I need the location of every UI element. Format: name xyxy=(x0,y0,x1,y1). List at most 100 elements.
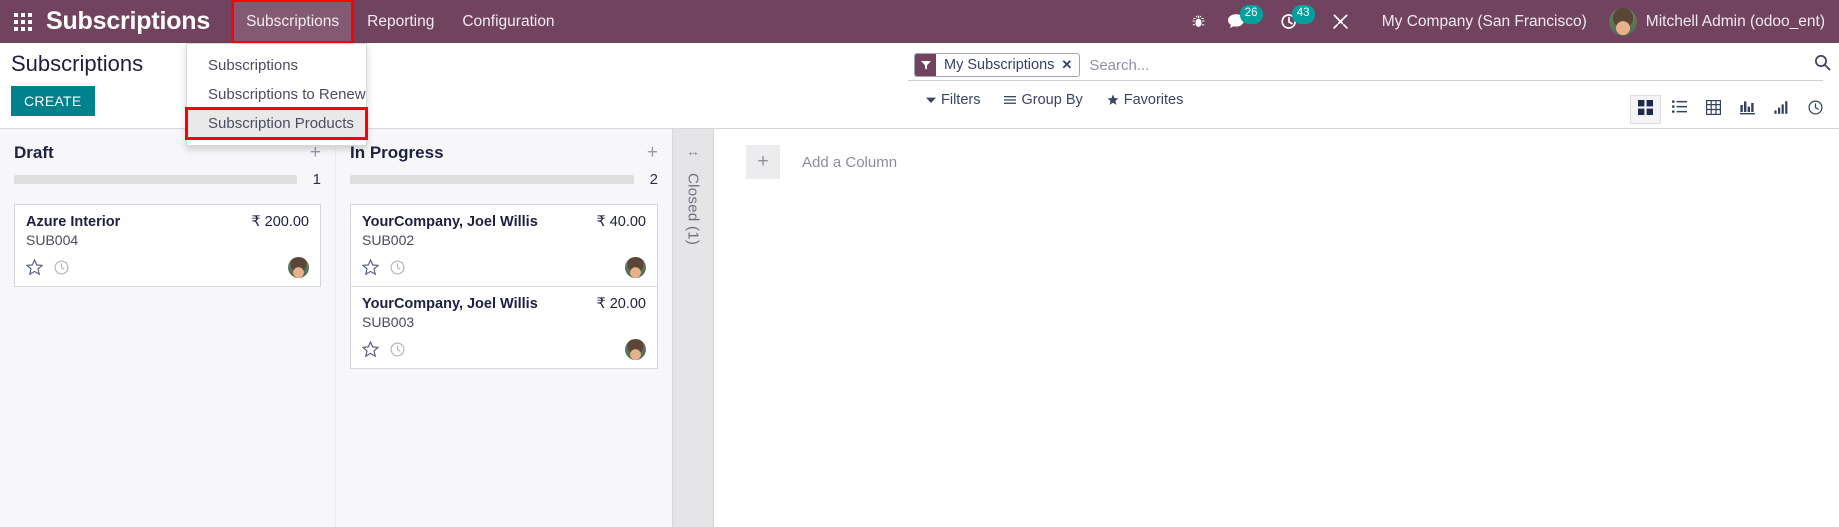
kanban-progress-row: 1 xyxy=(7,163,328,188)
kanban-card-footer xyxy=(362,339,646,360)
favorites-button[interactable]: Favorites xyxy=(1107,92,1184,108)
group-by-button[interactable]: Group By xyxy=(1004,92,1083,108)
favorites-button-label: Favorites xyxy=(1123,92,1184,108)
quick-tools-button[interactable] xyxy=(1322,0,1360,43)
activities-count-badge: 43 xyxy=(1291,5,1315,24)
user-menu-label: Mitchell Admin (odoo_ent) xyxy=(1645,12,1825,30)
arrows-horizontal-icon: ↔ xyxy=(686,143,700,159)
avatar[interactable] xyxy=(625,339,646,360)
close-x-icon[interactable]: ✕ xyxy=(1060,54,1079,76)
avatar[interactable] xyxy=(288,257,309,278)
kanban-progressbar[interactable] xyxy=(350,175,634,184)
star-outline-icon[interactable] xyxy=(362,259,379,276)
clock-icon xyxy=(1808,100,1823,120)
search-panel: My Subscriptions ✕ Filters xyxy=(908,53,1839,124)
list-view-button[interactable] xyxy=(1664,95,1695,124)
nav-menu-configuration[interactable]: Configuration xyxy=(448,0,568,43)
dropdown-item-subscriptions[interactable]: Subscriptions xyxy=(187,51,366,80)
chart-view-button[interactable] xyxy=(1766,95,1797,124)
debug-menu-button[interactable] xyxy=(1180,0,1218,43)
kanban-card-amount: ₹ 200.00 xyxy=(251,214,309,230)
bug-icon xyxy=(1191,14,1206,29)
cohort-view-button[interactable] xyxy=(1800,95,1831,124)
apps-grid-icon xyxy=(14,12,32,31)
ascending-bars-icon xyxy=(1774,100,1789,120)
dropdown-item-subscriptions-to-renew[interactable]: Subscriptions to Renew xyxy=(187,80,366,109)
filters-button[interactable]: Filters xyxy=(926,92,980,108)
avatar[interactable] xyxy=(625,257,646,278)
create-button[interactable]: CREATE xyxy=(11,86,95,116)
kanban-column-count: 1 xyxy=(312,171,321,188)
user-menu-button[interactable]: Mitchell Admin (odoo_ent) xyxy=(1603,0,1839,43)
activities-menu-button[interactable]: 43 xyxy=(1270,0,1315,43)
kanban-column-header: In Progress + xyxy=(343,129,665,163)
kanban-card-reference: SUB004 xyxy=(26,232,79,248)
kanban-column-title: In Progress xyxy=(350,143,444,162)
page-title: Subscriptions xyxy=(11,51,144,76)
add-column-label: Add a Column xyxy=(802,153,898,171)
kanban-card-header: Azure Interior ₹ 200.00 xyxy=(26,214,309,230)
company-switcher[interactable]: My Company (San Francisco) xyxy=(1360,13,1603,31)
kanban-card-partner: Azure Interior xyxy=(26,214,121,230)
kanban-card[interactable]: YourCompany, Joel Willis ₹ 20.00 SUB003 xyxy=(350,287,658,369)
search-facet-label: My Subscriptions xyxy=(944,57,1055,73)
star-icon xyxy=(1107,94,1119,106)
top-navbar: Subscriptions Subscriptions Reporting Co… xyxy=(0,0,1839,44)
kanban-card[interactable]: Azure Interior ₹ 200.00 SUB004 xyxy=(14,204,321,287)
kanban-card-partner: YourCompany, Joel Willis xyxy=(362,214,538,230)
star-outline-icon[interactable] xyxy=(362,341,379,358)
kanban-column-count: 2 xyxy=(649,171,658,188)
search-row: My Subscriptions ✕ xyxy=(908,53,1831,81)
clock-icon[interactable] xyxy=(390,342,405,357)
kanban-card[interactable]: YourCompany, Joel Willis ₹ 40.00 SUB002 xyxy=(350,204,658,287)
kanban-card-reference: SUB002 xyxy=(362,232,415,248)
app-brand-title[interactable]: Subscriptions xyxy=(46,7,232,36)
pivot-table-icon xyxy=(1706,99,1722,120)
list-icon xyxy=(1672,100,1687,119)
view-switcher xyxy=(1627,95,1831,124)
filters-button-label: Filters xyxy=(941,92,981,108)
kanban-card-reference: SUB003 xyxy=(362,314,415,330)
search-facet-my-subscriptions[interactable]: My Subscriptions ✕ xyxy=(914,53,1081,77)
kanban-view-button[interactable] xyxy=(1630,95,1661,124)
nav-menu-reporting[interactable]: Reporting xyxy=(353,0,448,43)
plus-icon: + xyxy=(746,145,780,179)
search-input[interactable] xyxy=(1080,53,1823,77)
clock-icon[interactable] xyxy=(390,260,405,275)
clock-icon[interactable] xyxy=(54,260,69,275)
group-by-button-label: Group By xyxy=(1021,92,1083,108)
filter-funnel-icon xyxy=(915,54,936,76)
bar-chart-icon xyxy=(1740,100,1755,120)
kanban-icon xyxy=(1638,99,1653,120)
plus-icon[interactable]: + xyxy=(647,143,658,162)
kanban-card-icons xyxy=(26,259,69,276)
add-column-area: + Add a Column xyxy=(714,129,1839,527)
messages-count-badge: 26 xyxy=(1239,5,1263,24)
dropdown-item-subscription-products[interactable]: Subscription Products xyxy=(185,107,368,140)
kanban-column-in-progress: In Progress + 2 YourCompany, Joel Willis… xyxy=(336,129,672,527)
apps-menu-button[interactable] xyxy=(0,0,46,43)
kanban-board: Draft + 1 Azure Interior ₹ 200.00 SUB004 xyxy=(0,129,1839,527)
kanban-card-partner: YourCompany, Joel Willis xyxy=(362,296,538,312)
messages-menu-button[interactable]: 26 xyxy=(1218,0,1263,43)
kanban-card-list: YourCompany, Joel Willis ₹ 40.00 SUB002 xyxy=(343,188,665,369)
add-column-button[interactable]: + Add a Column xyxy=(746,145,1839,179)
search-icon[interactable] xyxy=(1814,54,1831,76)
kanban-progressbar[interactable] xyxy=(14,175,297,184)
kanban-card-icons xyxy=(362,341,405,358)
nav-menu-subscriptions[interactable]: Subscriptions xyxy=(231,0,355,44)
pivot-view-button[interactable] xyxy=(1698,95,1729,124)
graph-view-button[interactable] xyxy=(1732,95,1763,124)
kanban-card-header: YourCompany, Joel Willis ₹ 40.00 xyxy=(362,214,646,230)
avatar xyxy=(1608,7,1637,36)
subscriptions-dropdown-menu: Subscriptions Subscriptions to Renew Sub… xyxy=(185,43,368,146)
kanban-column-closed-folded[interactable]: ↔ Closed (1) xyxy=(672,129,714,527)
control-panel-left: Subscriptions CREATE xyxy=(11,51,143,116)
hamburger-icon xyxy=(1004,95,1017,105)
kanban-card-header: YourCompany, Joel Willis ₹ 20.00 xyxy=(362,296,646,312)
kanban-progress-row: 2 xyxy=(343,163,665,188)
star-outline-icon[interactable] xyxy=(26,259,43,276)
wrench-screwdriver-icon xyxy=(1332,13,1349,30)
kanban-folded-column-label: Closed (1) xyxy=(684,173,702,246)
kanban-column-draft: Draft + 1 Azure Interior ₹ 200.00 SUB004 xyxy=(0,129,336,527)
